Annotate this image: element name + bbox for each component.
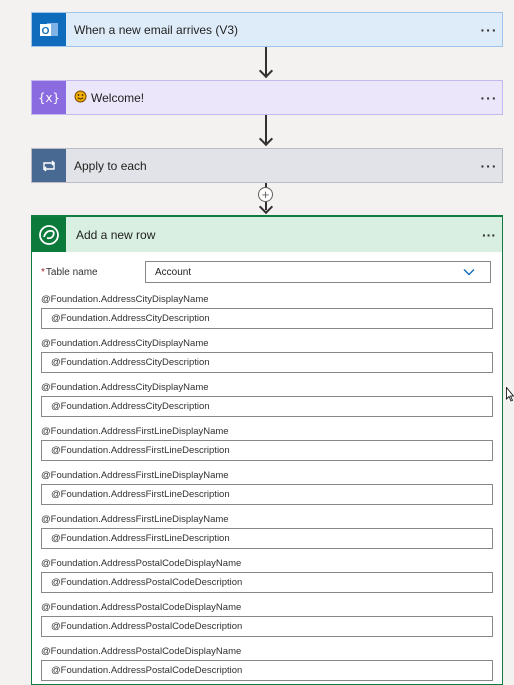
- trigger-card-new-email[interactable]: O When a new email arrives (V3) ···: [31, 12, 503, 47]
- table-name-label: Table name: [45, 266, 98, 278]
- field-group: @Foundation.AddressFirstLineDisplayName …: [41, 426, 493, 461]
- field-group: @Foundation.AddressFirstLineDisplayName …: [41, 514, 493, 549]
- smiley-emoji-icon: [74, 90, 87, 106]
- field-input[interactable]: @Foundation.AddressFirstLineDescription: [41, 484, 493, 505]
- chevron-down-icon: [462, 265, 476, 282]
- field-label: @Foundation.AddressCityDisplayName: [41, 294, 209, 305]
- more-options-button[interactable]: ···: [476, 158, 502, 174]
- arrow-head-icon: [258, 63, 274, 79]
- field-input[interactable]: @Foundation.AddressFirstLineDescription: [41, 528, 493, 549]
- field-input[interactable]: @Foundation.AddressPostalCodeDescription: [41, 660, 493, 681]
- field-label: @Foundation.AddressPostalCodeDisplayName: [41, 602, 242, 613]
- field-input[interactable]: @Foundation.AddressFirstLineDescription: [41, 440, 493, 461]
- field-label: @Foundation.AddressPostalCodeDisplayName: [41, 558, 242, 569]
- card-title: When a new email arrives (V3): [74, 22, 239, 37]
- loop-icon: [32, 149, 66, 182]
- field-group: @Foundation.AddressCityDisplayName @Foun…: [41, 338, 493, 373]
- field-group: @Foundation.AddressPostalCodeDisplayName…: [41, 602, 493, 637]
- field-group: @Foundation.AddressCityDisplayName @Foun…: [41, 294, 493, 329]
- table-name-dropdown[interactable]: Account: [145, 261, 491, 283]
- arrow-head-icon: [258, 199, 274, 215]
- svg-text:O: O: [42, 26, 50, 37]
- field-input[interactable]: @Foundation.AddressPostalCodeDescription: [41, 572, 493, 593]
- arrow-head-icon: [258, 131, 274, 147]
- field-label: @Foundation.AddressFirstLineDisplayName: [41, 470, 229, 481]
- card-title: Apply to each: [74, 158, 147, 173]
- variable-icon: {x}: [32, 81, 66, 114]
- loop-card-apply-to-each[interactable]: Apply to each ···: [31, 148, 503, 183]
- compose-card-welcome[interactable]: {x} Welcome! ···: [31, 80, 503, 115]
- field-label: @Foundation.AddressFirstLineDisplayName: [41, 514, 229, 525]
- field-input[interactable]: @Foundation.AddressPostalCodeDescription: [41, 616, 493, 637]
- insert-step-button[interactable]: +: [258, 187, 273, 202]
- field-group: @Foundation.AddressPostalCodeDisplayName…: [41, 646, 493, 681]
- field-input[interactable]: @Foundation.AddressCityDescription: [41, 352, 493, 373]
- field-input[interactable]: @Foundation.AddressCityDescription: [41, 396, 493, 417]
- field-group: @Foundation.AddressCityDisplayName @Foun…: [41, 382, 493, 417]
- mouse-cursor-icon: [506, 386, 514, 408]
- field-label: @Foundation.AddressCityDisplayName: [41, 338, 209, 349]
- field-label: @Foundation.AddressCityDisplayName: [41, 382, 209, 393]
- table-name-row: *Table name Account: [41, 261, 493, 283]
- card-title: Welcome!: [91, 90, 145, 105]
- outlook-icon: O: [32, 13, 66, 46]
- dataverse-icon: [32, 217, 66, 252]
- more-options-button[interactable]: ···: [476, 227, 502, 243]
- field-group: @Foundation.AddressPostalCodeDisplayName…: [41, 558, 493, 593]
- table-name-value: Account: [155, 266, 192, 278]
- card-header[interactable]: Add a new row ···: [32, 217, 502, 252]
- field-label: @Foundation.AddressFirstLineDisplayName: [41, 426, 229, 437]
- more-options-button[interactable]: ···: [476, 22, 502, 38]
- action-card-add-new-row: Add a new row ··· *Table name Account @F…: [31, 215, 503, 685]
- more-options-button[interactable]: ···: [476, 90, 502, 106]
- required-mark: *: [41, 266, 45, 278]
- field-group: @Foundation.AddressFirstLineDisplayName …: [41, 470, 493, 505]
- field-label: @Foundation.AddressPostalCodeDisplayName: [41, 646, 242, 657]
- card-title: Add a new row: [76, 227, 156, 242]
- field-input[interactable]: @Foundation.AddressCityDescription: [41, 308, 493, 329]
